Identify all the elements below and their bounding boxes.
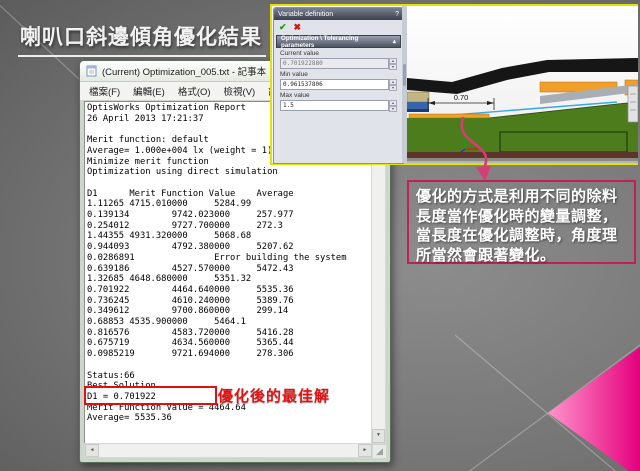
scroll-right-icon[interactable]: ► <box>358 444 372 457</box>
max-value-input[interactable] <box>280 100 389 111</box>
mini-palette <box>628 86 638 122</box>
splitter-handle-icon <box>403 64 406 86</box>
menu-item-edit[interactable]: 編輯(E) <box>127 83 171 99</box>
page-title: 喇叭口斜邊傾角優化結果 <box>18 21 266 57</box>
field-min-value: Min value ▴ ▾ <box>280 71 397 90</box>
field-current-value: Current value ▴ ▾ <box>280 50 397 69</box>
spinner-down-icon[interactable]: ▾ <box>389 106 397 112</box>
spinner: ▴ ▾ <box>389 79 397 90</box>
window-title: (Current) Optimization_005.txt - 記事本 <box>102 64 266 78</box>
horizontal-scrollbar[interactable]: ◄ ► <box>84 443 373 458</box>
note-box: 優化的方式是利用不同的除料長度當作優化時的變量調整，當長度在優化調整時，角度理所… <box>407 180 636 264</box>
best-solution-highlight-box <box>84 386 217 405</box>
field-label: Min value <box>280 71 397 78</box>
spinner: ▴ ▾ <box>389 58 397 69</box>
min-value-input[interactable] <box>280 79 389 90</box>
ok-check-icon[interactable]: ✔ <box>279 22 287 33</box>
cad-tan-part <box>407 92 429 102</box>
menu-item-file[interactable]: 檔案(F) <box>83 83 126 99</box>
resize-grip[interactable]: ◢ <box>373 445 386 458</box>
field-label: Max value <box>280 92 397 99</box>
cad-screenshot: Variable definition ? ✔ ✖ Optimization \… <box>270 4 638 165</box>
field-max-value: Max value ▴ ▾ <box>280 92 397 111</box>
cad-viewport: 0.70 <box>407 6 638 163</box>
spinner: ▴ ▾ <box>389 100 397 111</box>
collapse-icon[interactable]: ▴ <box>393 38 396 45</box>
cad-brown-strip <box>407 152 638 158</box>
best-solution-annotation: 優化後的最佳解 <box>218 385 330 406</box>
dialog-titlebar[interactable]: Variable definition ? <box>274 8 403 20</box>
variable-definition-dialog: Variable definition ? ✔ ✖ Optimization \… <box>273 7 404 164</box>
menu-item-format[interactable]: 格式(O) <box>172 83 217 99</box>
field-label: Current value <box>280 50 397 57</box>
cancel-x-icon[interactable]: ✖ <box>294 22 302 33</box>
note-text: 優化的方式是利用不同的除料長度當作優化時的變量調整，當長度在優化調整時，角度理所… <box>416 188 618 264</box>
section-header[interactable]: Optimization \ Tolerancing parameters ▴ <box>276 35 401 48</box>
help-button[interactable]: ? <box>395 11 399 18</box>
slide: 喇叭口斜邊傾角優化結果 (Current) Optimization_005.t… <box>0 0 640 471</box>
section-label: Optimization \ Tolerancing parameters <box>281 35 393 49</box>
dialog-toolbar: ✔ ✖ <box>274 20 403 34</box>
scroll-down-icon[interactable]: ▼ <box>372 429 385 443</box>
spinner-down-icon[interactable]: ▾ <box>389 85 397 91</box>
dimension-label: 0.70 <box>454 93 469 102</box>
dialog-title: Variable definition <box>278 11 333 18</box>
menu-item-view[interactable]: 檢視(V) <box>218 83 262 99</box>
scroll-left-icon[interactable]: ◄ <box>85 444 99 457</box>
notepad-icon <box>86 65 97 77</box>
cad-orange-strip <box>409 114 489 118</box>
spinner-down-icon[interactable]: ▾ <box>389 64 397 70</box>
current-value-input[interactable] <box>280 58 389 69</box>
